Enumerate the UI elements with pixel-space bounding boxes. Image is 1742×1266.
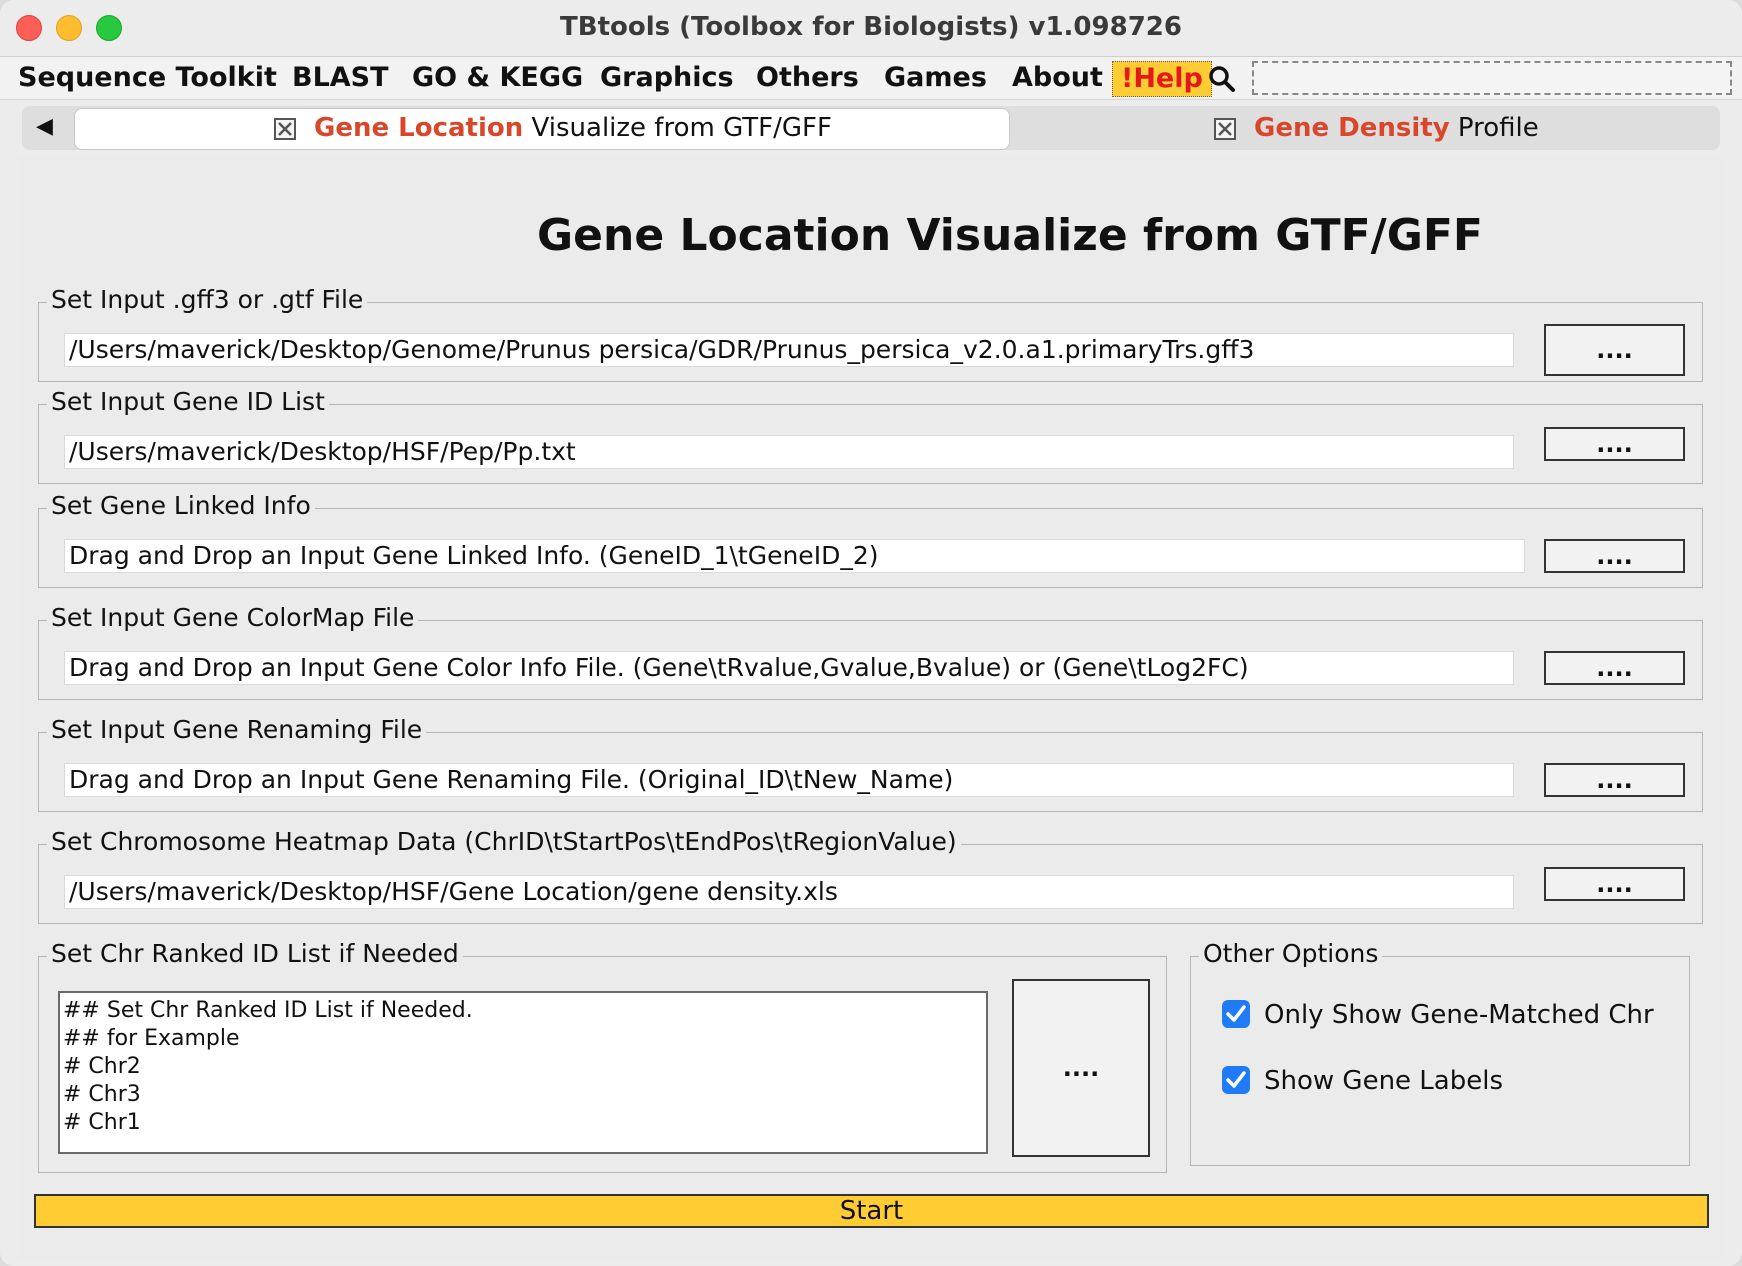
app-window: TBtools (Toolbox for Biologists) v1.0987… bbox=[0, 0, 1742, 1266]
heatmap-field[interactable]: /Users/maverick/Desktop/HSF/Gene Locatio… bbox=[64, 875, 1514, 909]
only-show-matched-label: Only Show Gene-Matched Chr bbox=[1264, 1000, 1654, 1030]
show-labels-label: Show Gene Labels bbox=[1264, 1066, 1503, 1096]
start-button[interactable]: Start bbox=[34, 1194, 1709, 1228]
show-labels-checkbox[interactable] bbox=[1222, 1066, 1250, 1094]
menu-about[interactable]: About bbox=[1008, 61, 1107, 95]
renaming-field[interactable]: Drag and Drop an Input Gene Renaming Fil… bbox=[64, 763, 1514, 797]
tab-close-icon[interactable] bbox=[274, 118, 296, 140]
only-show-matched-option[interactable]: Only Show Gene-Matched Chr bbox=[1222, 998, 1662, 1032]
heatmap-legend: Set Chromosome Heatmap Data (ChrID\tStar… bbox=[47, 827, 961, 857]
page-title: Gene Location Visualize from GTF/GFF bbox=[537, 210, 1483, 261]
linked-info-legend: Set Gene Linked Info bbox=[47, 491, 315, 521]
tab-close-icon[interactable] bbox=[1214, 118, 1236, 140]
tab-label-highlight: Gene Location bbox=[314, 113, 524, 143]
colormap-field[interactable]: Drag and Drop an Input Gene Color Info F… bbox=[64, 651, 1514, 685]
menu-graphics[interactable]: Graphics bbox=[596, 61, 738, 95]
tab-gene-density[interactable]: Gene Density Profile bbox=[1254, 113, 1539, 143]
window-title: TBtools (Toolbox for Biologists) v1.0987… bbox=[560, 12, 1182, 42]
input-file-field[interactable]: /Users/maverick/Desktop/Genome/Prunus pe… bbox=[64, 333, 1514, 367]
only-show-matched-checkbox[interactable] bbox=[1222, 1000, 1250, 1028]
tab-scroll-left-icon[interactable]: ◀ bbox=[36, 114, 53, 139]
show-labels-option[interactable]: Show Gene Labels bbox=[1222, 1064, 1662, 1098]
menu-others[interactable]: Others bbox=[752, 61, 863, 95]
linked-info-field[interactable]: Drag and Drop an Input Gene Linked Info.… bbox=[64, 539, 1525, 573]
gene-id-list-field[interactable]: /Users/maverick/Desktop/HSF/Pep/Pp.txt bbox=[64, 435, 1514, 469]
tab-label-rest: Visualize from GTF/GFF bbox=[523, 113, 832, 143]
chr-ranked-browse-button[interactable]: .... bbox=[1012, 979, 1150, 1157]
tab-gene-location-label[interactable]: Gene Location Visualize from GTF/GFF bbox=[314, 113, 832, 143]
chr-ranked-legend: Set Chr Ranked ID List if Needed bbox=[47, 939, 463, 969]
other-options-group: Other Options bbox=[1190, 939, 1690, 1166]
menu-sequence-toolkit[interactable]: Sequence Toolkit bbox=[14, 61, 281, 95]
search-input[interactable] bbox=[1252, 61, 1732, 95]
tab-label-rest: Profile bbox=[1449, 113, 1539, 143]
chr-ranked-textarea[interactable]: ## Set Chr Ranked ID List if Needed. ## … bbox=[58, 991, 988, 1154]
colormap-legend: Set Input Gene ColorMap File bbox=[47, 603, 419, 633]
menu-games[interactable]: Games bbox=[880, 61, 991, 95]
menu-bar: Sequence Toolkit BLAST GO & KEGG Graphic… bbox=[0, 57, 1742, 100]
tab-label-highlight: Gene Density bbox=[1254, 113, 1450, 143]
menu-help[interactable]: !Help bbox=[1112, 61, 1212, 97]
colormap-browse-button[interactable]: .... bbox=[1544, 651, 1685, 685]
title-bar: TBtools (Toolbox for Biologists) v1.0987… bbox=[0, 0, 1742, 57]
menu-blast[interactable]: BLAST bbox=[288, 61, 393, 95]
linked-info-browse-button[interactable]: .... bbox=[1544, 539, 1685, 573]
input-file-browse-button[interactable]: .... bbox=[1544, 324, 1685, 376]
heatmap-browse-button[interactable]: .... bbox=[1544, 867, 1685, 901]
search-icon[interactable] bbox=[1208, 65, 1236, 93]
gene-id-list-legend: Set Input Gene ID List bbox=[47, 387, 329, 417]
input-file-legend: Set Input .gff3 or .gtf File bbox=[47, 285, 368, 315]
renaming-legend: Set Input Gene Renaming File bbox=[47, 715, 427, 745]
menu-go-kegg[interactable]: GO & KEGG bbox=[408, 61, 587, 95]
other-options-legend: Other Options bbox=[1199, 939, 1383, 969]
gene-id-list-browse-button[interactable]: .... bbox=[1544, 427, 1685, 461]
renaming-browse-button[interactable]: .... bbox=[1544, 763, 1685, 797]
